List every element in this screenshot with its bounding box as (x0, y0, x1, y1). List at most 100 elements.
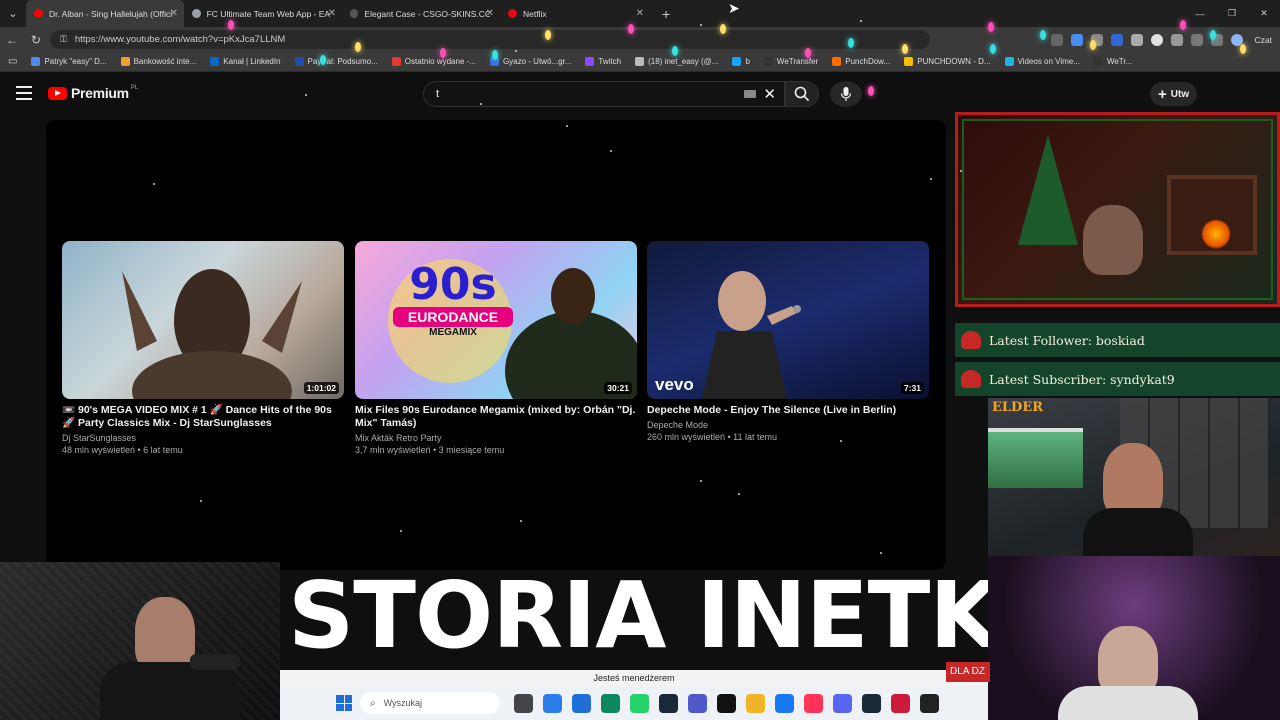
streamer-shirt (100, 662, 240, 720)
snowflake (153, 183, 155, 185)
bookmark-item[interactable]: Patryk "easy" D... (31, 57, 107, 66)
snowflake (930, 178, 932, 180)
snowflake (480, 103, 482, 105)
search-button[interactable] (785, 81, 819, 107)
bookmark-favicon (120, 57, 130, 66)
bookmark-item[interactable]: Twitch (585, 57, 621, 66)
channel-name[interactable]: Depeche Mode (647, 420, 929, 430)
taskbar-app-icon[interactable] (775, 693, 794, 713)
taskbar-app-icon[interactable] (688, 693, 707, 713)
taskbar-app-icon[interactable] (920, 693, 939, 713)
close-window-icon[interactable]: ✕ (1248, 8, 1280, 19)
maximize-icon[interactable]: ❐ (1216, 8, 1248, 19)
tab-label: Elegant Case - CSGO-SKINS.COM (364, 8, 490, 19)
bookmark-item[interactable]: PunchDow... (832, 57, 890, 66)
tab-search-button[interactable]: ⌄ (0, 0, 26, 27)
channel-name[interactable]: Dj StarSunglasses (62, 433, 344, 443)
suggested-video-card[interactable]: 90s EURODANCE MEGAMIX 30:21 Mix Files 90… (355, 241, 637, 455)
taskbar-app-icon[interactable] (659, 693, 678, 713)
taskbar-app-icon[interactable] (891, 693, 910, 713)
video-title[interactable]: Depeche Mode - Enjoy The Silence (Live i… (647, 404, 929, 417)
taskbar-search-input[interactable]: ⌕ Wyszukaj (360, 692, 500, 714)
bookmark-item[interactable]: Bankowość inte... (120, 57, 196, 66)
youtube-logo[interactable]: Premium PL (48, 85, 138, 101)
create-button[interactable]: + Utw (1150, 82, 1198, 106)
bookmark-item[interactable]: b (732, 57, 750, 66)
site-info-icon[interactable]: ⚿ (60, 34, 67, 45)
minimize-icon[interactable]: — (1184, 9, 1216, 19)
taskbar-app-icon[interactable] (804, 693, 823, 713)
keyboard-icon[interactable] (744, 90, 756, 98)
bookmark-favicon (585, 57, 595, 66)
windows-start-icon[interactable] (336, 695, 352, 711)
close-tab-icon[interactable]: ✕ (170, 8, 178, 19)
taskbar-app-icon[interactable] (514, 693, 533, 713)
browser-tab[interactable]: FC Ultimate Team Web App - EA S ✕ (184, 0, 342, 27)
taskbar-app-icon[interactable] (862, 693, 881, 713)
bookmark-item[interactable]: (18) inet_easy (@... (635, 57, 718, 66)
reload-icon[interactable]: ↻ (24, 33, 48, 47)
bookmark-item[interactable]: WeTr... (1093, 57, 1132, 66)
bookmark-item[interactable]: Videos on Vime... (1004, 57, 1080, 66)
video-title[interactable]: 📼 90's MEGA VIDEO MIX # 1 🚀 Dance Hits o… (62, 404, 344, 430)
taskbar-app-icon[interactable] (833, 693, 852, 713)
puzzle-icon[interactable] (1190, 33, 1203, 46)
browser-tab[interactable]: Dr. Alban - Sing Hallelujah (Offici ✕ (26, 0, 184, 27)
close-tab-icon[interactable]: ✕ (486, 8, 494, 19)
tab-favicon (508, 9, 517, 18)
logo-text: Premium (71, 85, 129, 101)
browser-tab[interactable]: Elegant Case - CSGO-SKINS.COM ✕ (342, 0, 500, 27)
thumbnail-text-90s: 90s (409, 259, 497, 310)
taskbar-app-icon[interactable] (746, 693, 765, 713)
extension-icon[interactable] (1110, 33, 1123, 46)
vevo-logo: vevo (655, 375, 694, 394)
taskbar-app-icon[interactable] (572, 693, 591, 713)
taskbar-app-icon[interactable] (543, 693, 562, 713)
browser-tab[interactable]: Netflix ✕ (500, 0, 650, 27)
bookmark-item[interactable]: Gyazo - Utwó...gr... (489, 57, 571, 66)
video-thumbnail[interactable]: vevo 7:31 (647, 241, 929, 399)
bookmark-favicon (210, 57, 220, 66)
video-thumbnail[interactable]: 90s EURODANCE MEGAMIX 30:21 (355, 241, 637, 399)
snowflake (738, 493, 740, 495)
search-input[interactable]: t ✕ (423, 81, 785, 107)
extension-icon[interactable] (1130, 33, 1143, 46)
bookmark-item[interactable]: WeTransfer (763, 57, 818, 66)
elder-logo: ELDER (992, 400, 1044, 415)
christmas-light (988, 22, 994, 32)
voice-search-button[interactable] (830, 81, 862, 107)
bookmark-item[interactable]: Kanał | LinkedIn (210, 57, 281, 66)
close-tab-icon[interactable]: ✕ (636, 8, 644, 19)
apps-icon[interactable]: ▭ (8, 56, 17, 67)
bookmark-item[interactable]: PayPal: Podsumo... (294, 57, 378, 66)
streamer-avatar (135, 597, 195, 672)
bookmark-label: b (745, 57, 750, 66)
suggested-video-card[interactable]: 1:01:02 📼 90's MEGA VIDEO MIX # 1 🚀 Danc… (62, 241, 344, 455)
bookmark-item[interactable]: Ostatnio wydane -... (391, 57, 476, 66)
new-tab-button[interactable]: + (662, 6, 670, 22)
menu-icon[interactable] (16, 86, 32, 100)
bookmark-favicon (732, 57, 742, 66)
search-icon (794, 86, 810, 102)
url-input[interactable]: ⚿ https://www.youtube.com/watch?v=pKxJca… (50, 30, 930, 49)
suggested-video-card[interactable]: vevo 7:31 Depeche Mode - Enjoy The Silen… (647, 241, 929, 442)
profile-icon[interactable] (1150, 33, 1163, 46)
clear-search-icon[interactable]: ✕ (763, 85, 776, 103)
snowflake (566, 125, 568, 127)
chat-button[interactable]: Czat (1255, 35, 1272, 45)
video-title[interactable]: Mix Files 90s Eurodance Megamix (mixed b… (355, 404, 637, 430)
close-tab-icon[interactable]: ✕ (328, 8, 336, 19)
taskbar-app-icon[interactable] (630, 693, 649, 713)
taskbar-app-icon[interactable] (601, 693, 620, 713)
back-icon[interactable]: ← (0, 33, 24, 47)
video-thumbnail[interactable]: 1:01:02 (62, 241, 344, 399)
extension-icon[interactable] (1170, 33, 1183, 46)
extension-icon[interactable] (1070, 33, 1083, 46)
bookmark-item[interactable]: PUNCHDOWN - D... (904, 57, 991, 66)
webcam-streamer (0, 562, 280, 720)
channel-name[interactable]: Mix Akták Retro Party (355, 433, 637, 443)
extension-icon[interactable] (1050, 33, 1063, 46)
snowflake (880, 552, 882, 554)
christmas-light (1090, 40, 1096, 50)
taskbar-app-icon[interactable] (717, 693, 736, 713)
